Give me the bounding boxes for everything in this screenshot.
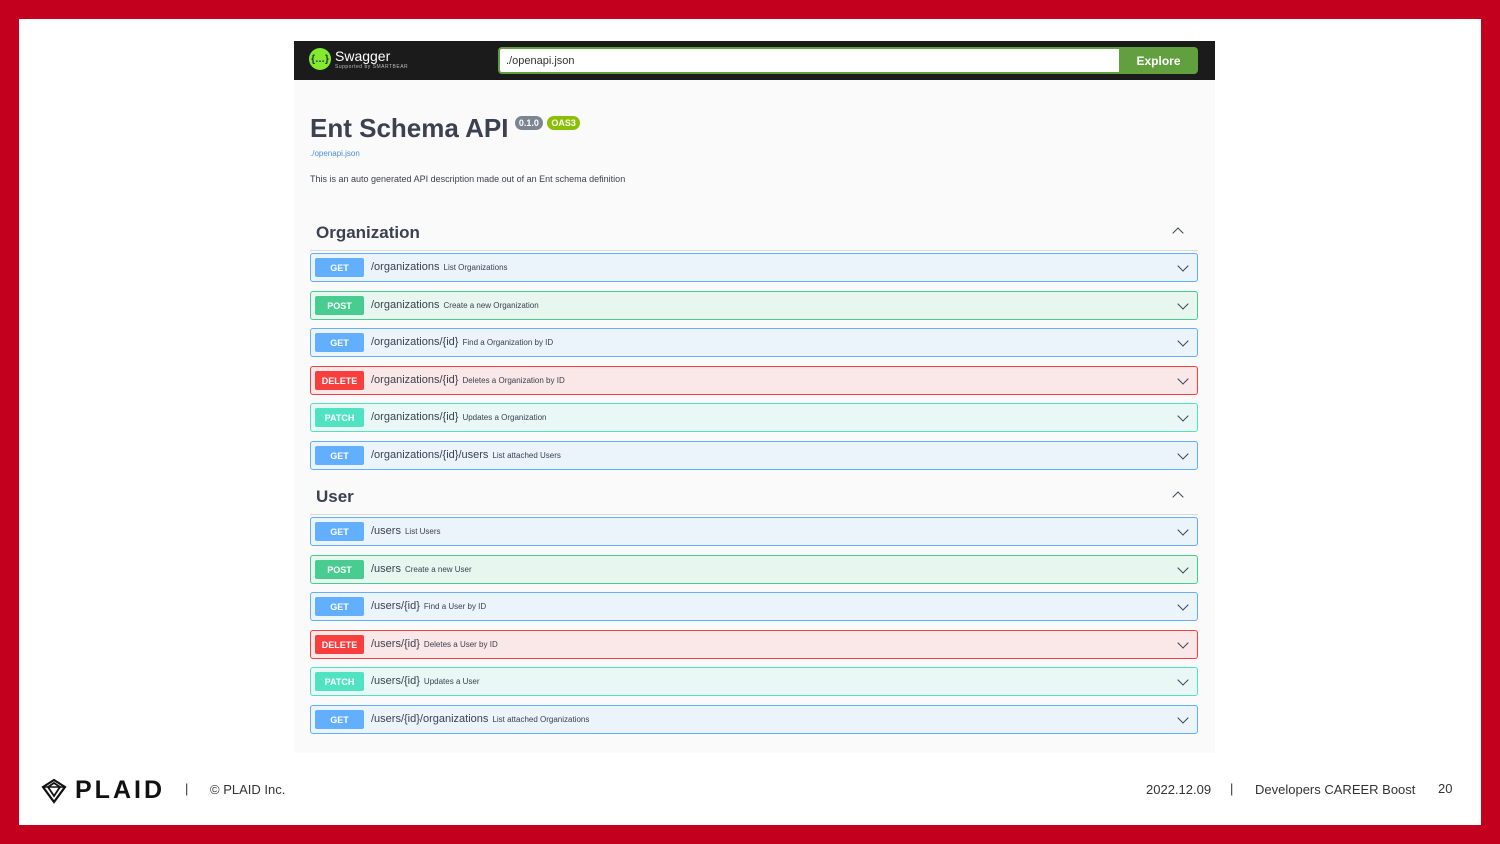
method-badge: GET <box>315 333 364 352</box>
api-description: This is an auto generated API descriptio… <box>310 174 626 184</box>
operation-row[interactable]: POST/organizations Create a new Organizat… <box>310 291 1198 320</box>
method-badge: DELETE <box>315 635 364 654</box>
section-title: User <box>316 487 354 506</box>
method-badge: GET <box>315 597 364 616</box>
operation-row[interactable]: PATCH/users/{id} Updates a User <box>310 667 1198 696</box>
method-badge: PATCH <box>315 672 364 691</box>
chevron-down-icon[interactable] <box>1177 298 1189 310</box>
oas-badge: OAS3 <box>547 116 580 130</box>
footer-event: Developers CAREER Boost <box>1255 782 1416 797</box>
spec-link[interactable]: ./openapi.json <box>310 149 360 158</box>
method-badge: GET <box>315 258 364 277</box>
operation-path: /users/{id}/organizations List attached O… <box>371 713 590 725</box>
operation-summary: Find a Organization by ID <box>462 338 554 347</box>
operation-path: /users/{id} Deletes a User by ID <box>371 638 498 650</box>
operation-path: /users List Users <box>371 525 441 537</box>
chevron-down-icon[interactable] <box>1177 524 1189 536</box>
operation-summary: Updates a User <box>423 677 480 686</box>
operation-row[interactable]: PATCH/organizations/{id} Updates a Organi… <box>310 403 1198 432</box>
operation-row[interactable]: GET/users/{id} Find a User by ID <box>310 592 1198 621</box>
chevron-down-icon[interactable] <box>1177 410 1189 422</box>
chevron-down-icon[interactable] <box>1177 373 1189 385</box>
operation-row[interactable]: GET/users/{id}/organizations List attache… <box>310 705 1198 734</box>
plaid-logo: PLAID <box>41 776 165 805</box>
operation-path: /organizations/{id} Deletes a Organizatio… <box>371 374 565 386</box>
operation-path: /organizations/{id} Updates a Organizatio… <box>371 411 547 423</box>
spec-url-input[interactable] <box>498 47 1119 74</box>
operation-path: /users Create a new User <box>371 563 472 575</box>
method-badge: DELETE <box>315 371 364 390</box>
operation-row[interactable]: GET/organizations/{id}/users List attache… <box>310 441 1198 470</box>
operation-summary: Updates a Organization <box>462 413 547 422</box>
chevron-down-icon[interactable] <box>1177 599 1189 611</box>
section-header-organization[interactable]: Organization <box>310 219 1198 251</box>
operation-row[interactable]: POST/users Create a new User <box>310 555 1198 584</box>
section-header-user[interactable]: User <box>310 483 1198 515</box>
swagger-topbar: {…} Swagger Supported by SMARTBEAR Explo… <box>294 41 1215 80</box>
plaid-wordmark: PLAID <box>75 776 165 804</box>
swagger-logo[interactable]: {…} Swagger Supported by SMARTBEAR <box>309 48 408 70</box>
swagger-logo-icon: {…} <box>309 48 331 70</box>
chevron-down-icon[interactable] <box>1177 448 1189 460</box>
method-badge: GET <box>315 710 364 729</box>
operation-summary: Deletes a User by ID <box>423 640 498 649</box>
footer-copyright: © PLAID Inc. <box>210 782 286 797</box>
plaid-diamond-icon <box>41 778 67 804</box>
operation-row[interactable]: GET/organizations List Organizations <box>310 253 1198 282</box>
operation-summary: Deletes a Organization by ID <box>462 376 565 385</box>
operation-summary: List attached Users <box>492 451 561 460</box>
operation-summary: Find a User by ID <box>423 602 487 611</box>
chevron-down-icon[interactable] <box>1177 562 1189 574</box>
footer-separator: | <box>1230 781 1234 796</box>
operation-row[interactable]: GET/users List Users <box>310 517 1198 546</box>
method-badge: PATCH <box>315 408 364 427</box>
section-title: Organization <box>316 223 420 242</box>
footer-date: 2022.12.09 <box>1146 782 1212 797</box>
operation-path: /users/{id} Find a User by ID <box>371 600 487 612</box>
method-badge: POST <box>315 560 364 579</box>
chevron-down-icon[interactable] <box>1177 674 1189 686</box>
chevron-down-icon[interactable] <box>1177 335 1189 347</box>
operation-path: /organizations Create a new Organization <box>371 299 539 311</box>
operation-summary: List attached Organizations <box>492 715 590 724</box>
operation-path: /organizations List Organizations <box>371 261 508 273</box>
slide: {…} Swagger Supported by SMARTBEAR Explo… <box>19 19 1481 825</box>
slide-footer: PLAID | © PLAID Inc. 2022.12.09 | Develo… <box>19 774 1481 804</box>
operation-path: /organizations/{id}/users List attached U… <box>371 449 561 461</box>
chevron-up-icon[interactable] <box>1172 227 1184 239</box>
method-badge: POST <box>315 296 364 315</box>
operation-path: /organizations/{id} Find a Organization b… <box>371 336 554 348</box>
chevron-down-icon[interactable] <box>1177 712 1189 724</box>
operation-summary: Create a new User <box>404 565 472 574</box>
chevron-up-icon[interactable] <box>1172 491 1184 503</box>
operation-summary: Create a new Organization <box>443 301 539 310</box>
api-title: Ent Schema API <box>310 113 509 143</box>
version-badge: 0.1.0 <box>514 116 543 130</box>
operation-row[interactable]: GET/organizations/{id} Find a Organizatio… <box>310 328 1198 357</box>
operation-row[interactable]: DELETE/organizations/{id} Deletes a Organ… <box>310 366 1198 395</box>
chevron-down-icon[interactable] <box>1177 637 1189 649</box>
method-badge: GET <box>315 522 364 541</box>
api-info: Ent Schema API 0.1.0 OAS3 <box>310 113 580 144</box>
method-badge: GET <box>315 446 364 465</box>
operation-path: /users/{id} Updates a User <box>371 675 480 687</box>
chevron-down-icon[interactable] <box>1177 260 1189 272</box>
explore-button[interactable]: Explore <box>1119 47 1198 74</box>
footer-separator: | <box>185 781 189 796</box>
operation-summary: List Users <box>404 527 441 536</box>
page-number: 20 <box>1438 781 1453 796</box>
operation-summary: List Organizations <box>443 263 508 272</box>
swagger-logo-text: Swagger <box>335 47 391 64</box>
swagger-logo-sub: Supported by SMARTBEAR <box>335 63 409 70</box>
operation-row[interactable]: DELETE/users/{id} Deletes a User by ID <box>310 630 1198 659</box>
swagger-ui: {…} Swagger Supported by SMARTBEAR Explo… <box>294 41 1215 753</box>
